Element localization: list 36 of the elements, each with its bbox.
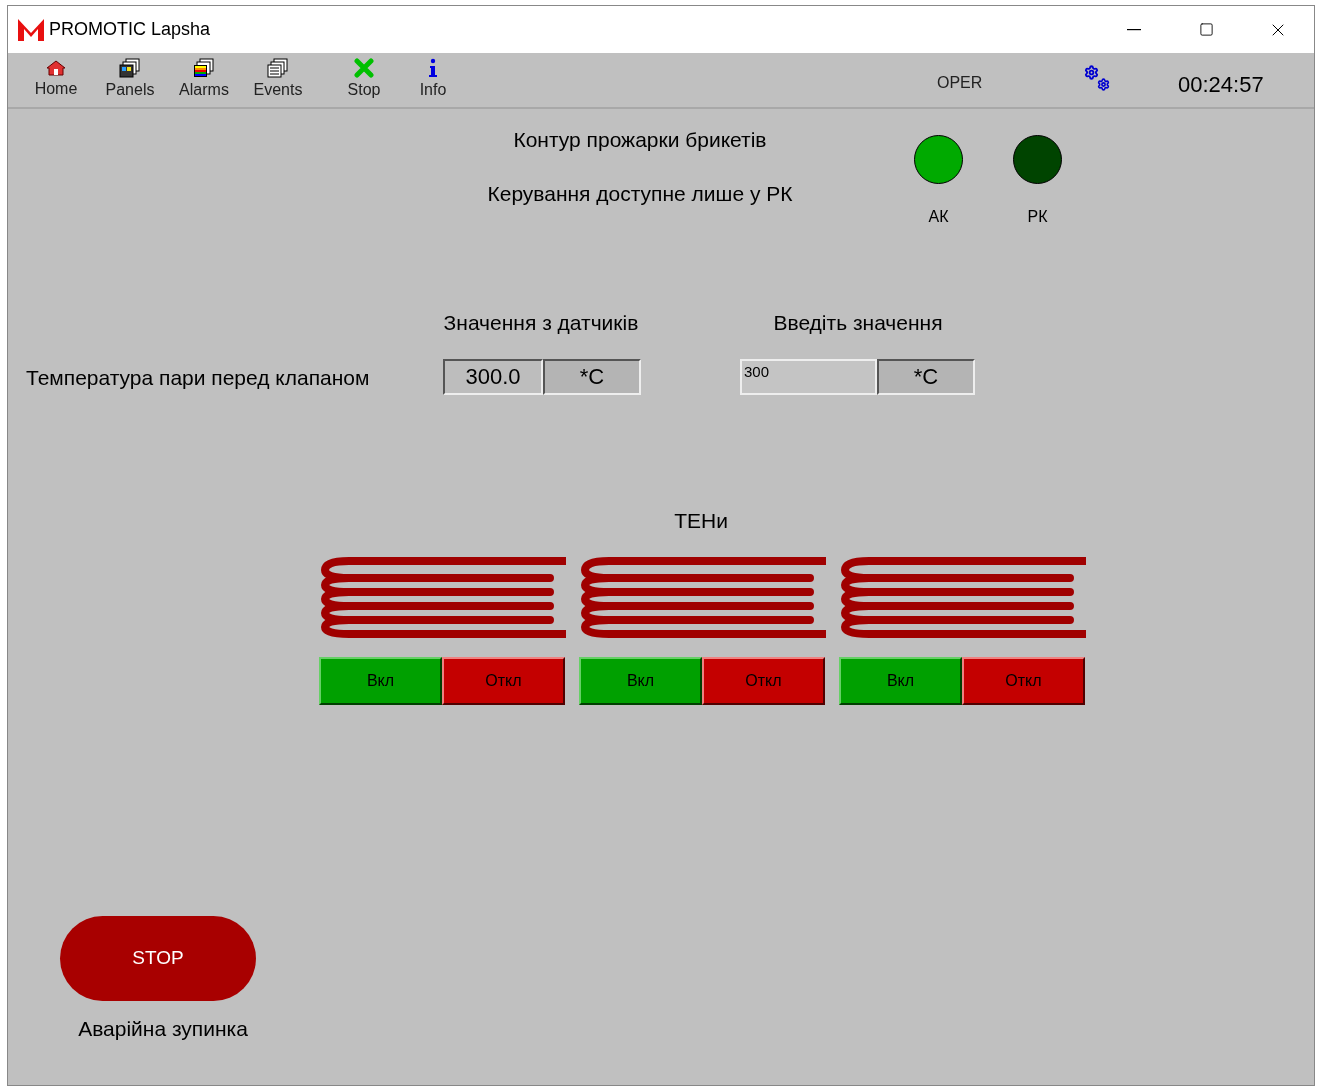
toolbar-button[interactable]: Home bbox=[26, 54, 86, 106]
panel-subtitle: Керування доступне лише у РК bbox=[486, 181, 794, 207]
panel-title: Контур прожарки брикетів bbox=[512, 127, 768, 153]
mode-label: OPER bbox=[937, 73, 983, 93]
alarms-icon bbox=[193, 58, 215, 78]
emergency-stop-label: Аварійна зупинка bbox=[77, 1016, 249, 1042]
toolbar-button[interactable]: Panels bbox=[100, 54, 160, 106]
toolbar-button[interactable]: Info bbox=[408, 54, 458, 106]
toolbar-button[interactable]: Stop bbox=[334, 54, 394, 106]
unit-label: *C bbox=[877, 359, 975, 395]
value-input-field[interactable]: 300 bbox=[740, 359, 877, 395]
clock: 00:24:57 bbox=[1178, 71, 1264, 99]
unit-label: *C bbox=[543, 359, 641, 395]
indicator-label: РК bbox=[1026, 207, 1049, 227]
maximize-icon bbox=[1198, 22, 1214, 37]
events-icon bbox=[267, 58, 289, 78]
app-logo-icon bbox=[18, 18, 44, 41]
input-header: Введіть значення bbox=[772, 310, 944, 336]
heaters-title: ТЕНи bbox=[673, 508, 729, 534]
window-title: PROMOTIC Lapsha bbox=[49, 18, 211, 41]
sensor-value: 300.0 bbox=[443, 359, 543, 395]
sensor-header: Значення з датчиків bbox=[442, 310, 640, 336]
settings-icon[interactable] bbox=[1084, 65, 1112, 93]
indicator-label: АК bbox=[927, 207, 950, 227]
on-button[interactable]: Вкл bbox=[319, 657, 442, 705]
parameter-label: Температура пари перед клапаном bbox=[26, 365, 370, 391]
cross-icon bbox=[353, 58, 375, 78]
info-icon bbox=[427, 58, 439, 78]
house-icon bbox=[45, 59, 67, 77]
toolbar-button[interactable]: Alarms bbox=[174, 54, 234, 106]
on-button[interactable]: Вкл bbox=[579, 657, 702, 705]
minimize-icon bbox=[1127, 28, 1141, 31]
panels-icon bbox=[119, 58, 141, 78]
on-button[interactable]: Вкл bbox=[839, 657, 962, 705]
toolbar-button[interactable]: Events bbox=[248, 54, 308, 106]
stop-button[interactable]: STOP bbox=[60, 916, 256, 1001]
